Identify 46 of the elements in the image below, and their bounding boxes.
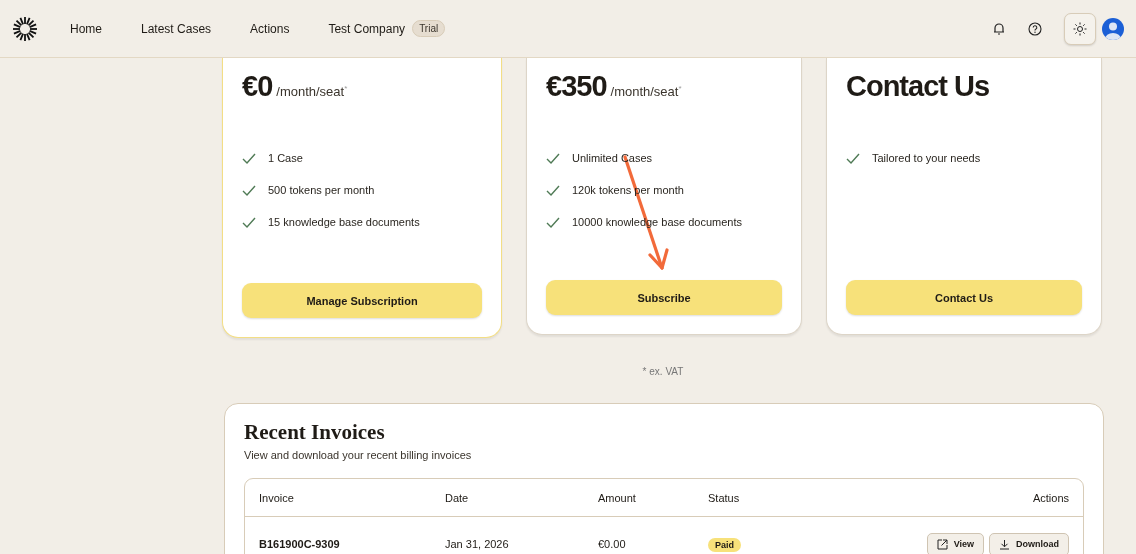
column-header: Date: [431, 479, 584, 517]
download-button[interactable]: Download: [989, 532, 1069, 554]
nav-link[interactable]: Home: [70, 21, 102, 36]
feature-text: 15 knowledge base documents: [268, 216, 420, 228]
footnote: * ex. VAT: [641, 365, 685, 379]
plan-price: €350: [546, 70, 607, 103]
feature-text: Tailored to your needs: [872, 152, 981, 164]
check-icon: [242, 152, 256, 164]
column-header: Invoice: [245, 479, 431, 517]
sun-icon: [1073, 21, 1087, 36]
table-cell: €0.00: [584, 516, 694, 554]
check-icon: [242, 184, 256, 196]
nav-link[interactable]: Latest Cases: [141, 21, 212, 36]
feature-text: 1 Case: [268, 152, 303, 164]
trial-badge: Trial: [412, 20, 446, 37]
help-icon[interactable]: [1028, 21, 1042, 36]
table-cell: B161900C-9309: [245, 516, 431, 554]
feature-text: 500 tokens per month: [268, 184, 375, 196]
logo-icon[interactable]: [12, 15, 38, 42]
nav-link[interactable]: Test Company: [328, 21, 406, 36]
external-link-icon: [936, 538, 948, 550]
column-header: Actions: [888, 479, 1083, 517]
download-icon: [999, 538, 1010, 550]
check-icon: [846, 152, 860, 164]
check-icon: [546, 184, 560, 196]
plan-button[interactable]: Contact Us: [846, 280, 1082, 315]
column-header: Status: [694, 479, 889, 517]
table-cell: Jan 31, 2026: [431, 516, 584, 554]
plan-button[interactable]: Manage Subscription: [242, 283, 482, 318]
column-header: Amount: [584, 479, 694, 517]
check-icon: [546, 152, 560, 164]
price-period: /month/seat$^{*}$: [610, 83, 682, 99]
plan-price: €0: [242, 70, 273, 103]
avatar-icon[interactable]: [1102, 17, 1124, 40]
check-icon: [242, 216, 256, 228]
plan-button[interactable]: Subscribe: [546, 280, 782, 315]
bell-icon[interactable]: [992, 21, 1006, 36]
nav-link[interactable]: Actions: [250, 21, 290, 36]
section-subtitle: View and download your recent billing invoices: [244, 449, 473, 461]
plan-title: Contact Us: [846, 70, 990, 103]
status-badge: Paid: [708, 538, 741, 552]
check-icon: [546, 216, 560, 228]
theme-toggle-button[interactable]: [1064, 12, 1096, 45]
price-period: /month/seat$^{*}$: [276, 83, 348, 99]
section-title: Recent Invoices: [244, 420, 386, 445]
view-button[interactable]: View: [926, 532, 984, 554]
